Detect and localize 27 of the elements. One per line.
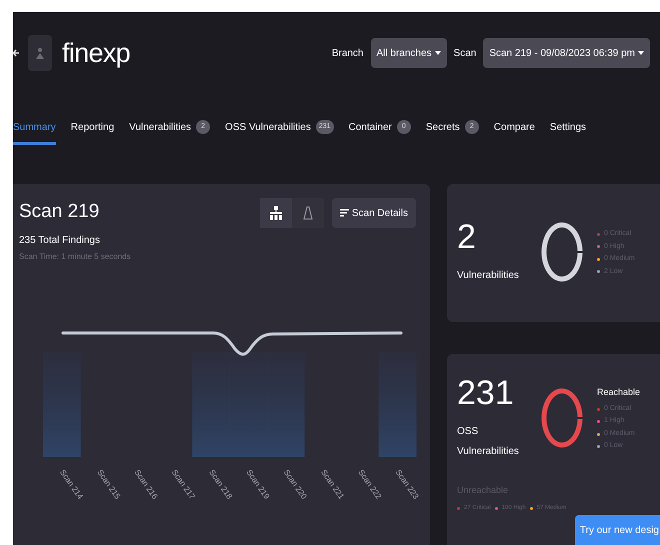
figure-icon — [36, 47, 44, 59]
scan-details-button[interactable]: Scan Details — [332, 198, 416, 228]
back-arrow-icon[interactable] — [13, 48, 19, 58]
tab[interactable]: Compare — [494, 109, 535, 145]
total-findings: 235 Total Findings — [19, 234, 101, 248]
chart-view-button[interactable] — [292, 198, 324, 228]
card-label: Vulnerabilities — [457, 269, 517, 283]
bell-curve-icon — [302, 206, 313, 220]
card-label: OSS Vulnerabilities — [457, 425, 517, 459]
count-number: 231 — [457, 376, 515, 410]
filter-label: Branch — [332, 46, 364, 60]
legend-title: Reachable — [597, 386, 640, 400]
project-name: finexp — [62, 36, 130, 70]
filter-dropdown[interactable]: Scan 219 - 09/08/2023 06:39 pm — [483, 38, 650, 68]
filter-label: Scan — [454, 46, 476, 60]
tree-view-button[interactable] — [260, 198, 292, 228]
hierarchy-icon — [270, 206, 282, 220]
tab[interactable]: Summary — [13, 109, 56, 145]
tab[interactable]: Settings — [550, 109, 586, 145]
scan-title: Scan 219 — [19, 200, 100, 224]
filter-dropdown[interactable]: All branches — [370, 38, 447, 68]
count-number: 2 — [457, 220, 477, 254]
scan-time: Scan Time: 1 minute 5 seconds — [19, 250, 131, 262]
tab[interactable]: Reporting — [70, 109, 114, 145]
filter-lines-icon — [340, 209, 349, 217]
caret-icon — [434, 51, 441, 55]
caret-icon — [638, 51, 644, 55]
